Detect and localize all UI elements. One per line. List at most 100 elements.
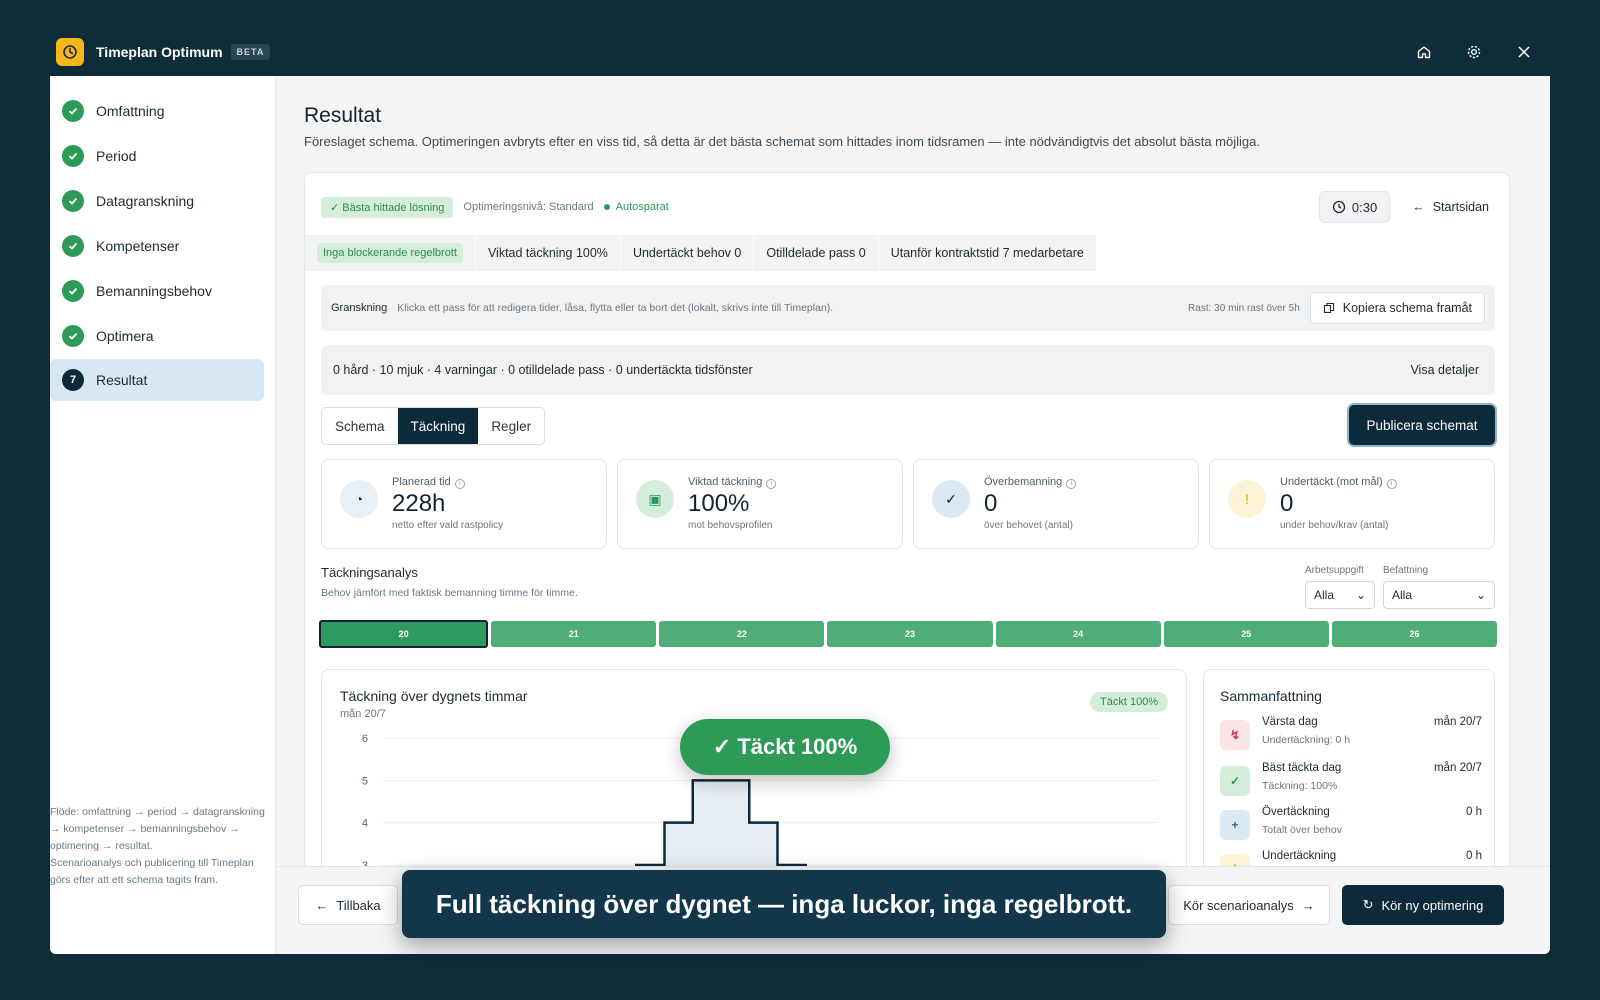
kpi-label-text: Planerad tid bbox=[392, 476, 451, 488]
filter-role-label: Befattning bbox=[1383, 565, 1429, 576]
sidebar-item-datagranskning[interactable]: Datagranskning bbox=[50, 180, 264, 222]
chevron-down-icon: ⌄ bbox=[1475, 588, 1486, 602]
day-23[interactable]: 23 bbox=[827, 621, 993, 647]
check-icon bbox=[62, 280, 84, 302]
home-icon[interactable] bbox=[1412, 40, 1436, 64]
stat-label: Inga blockerande regelbrott bbox=[317, 243, 463, 263]
kpi-value: 0 bbox=[1280, 490, 1294, 517]
kpi-undercovered: ! Undertäckt (mot mål) i 0 under behov/kr… bbox=[1209, 459, 1495, 549]
tab-tackning[interactable]: Täckning bbox=[397, 408, 479, 444]
day-21[interactable]: 21 bbox=[491, 621, 657, 647]
sidebar-item-label: Bemanningsbehov bbox=[96, 283, 212, 299]
main-content: Resultat Föreslaget schema. Optimeringen… bbox=[276, 76, 1550, 954]
kpi-sub: mot behovsprofilen bbox=[688, 520, 773, 531]
refresh-icon: ↻ bbox=[1362, 897, 1374, 912]
rerun-label: Kör ny optimering bbox=[1381, 897, 1484, 913]
sidebar: Omfattning Period Datagranskning Kompete… bbox=[50, 76, 276, 954]
info-icon[interactable]: i bbox=[454, 479, 465, 489]
close-icon[interactable] bbox=[1512, 40, 1536, 64]
arrow-left-icon: ← bbox=[1412, 200, 1425, 214]
summary-row-best-day: ✓ Bäst täckta dag Täckning: 100% mån 20/… bbox=[1220, 762, 1482, 802]
info-icon[interactable]: i bbox=[766, 479, 777, 489]
kpi-overstaffing: ✓ Överbemanning i 0 över behovet (antal) bbox=[913, 459, 1199, 549]
sidebar-item-label: Resultat bbox=[96, 372, 148, 388]
kpi-value: 228h bbox=[392, 490, 446, 517]
sidebar-item-label: Period bbox=[96, 148, 137, 164]
y-tick-label: 4 bbox=[362, 818, 368, 830]
home-link[interactable]: ← Startsidan bbox=[1412, 200, 1489, 214]
sidebar-item-label: Omfattning bbox=[96, 103, 165, 119]
day-20[interactable]: 20 bbox=[319, 620, 489, 648]
home-link-label: Startsidan bbox=[1432, 200, 1489, 214]
check-icon: ✓ bbox=[932, 480, 970, 518]
day-26[interactable]: 26 bbox=[1331, 621, 1497, 647]
kpi-label: Undertäckt (mot mål) i bbox=[1280, 476, 1397, 489]
summary-row-worst-day: ↯ Värsta dag Undertäckning: 0 h mån 20/7 bbox=[1220, 716, 1482, 756]
timer-value: 0:30 bbox=[1351, 199, 1378, 215]
summary-label: Övertäckning bbox=[1262, 806, 1330, 818]
status-dot-icon bbox=[603, 204, 610, 210]
summary-label: Bäst täckta dag bbox=[1262, 762, 1342, 774]
filter-role-select[interactable]: Alla ⌄ bbox=[1383, 581, 1495, 609]
violations-summary-bar: 0 hård · 10 mjuk · 4 varningar · 0 otill… bbox=[321, 345, 1495, 395]
square-icon: ▣ bbox=[636, 480, 674, 518]
rerun-optimization-button[interactable]: ↻ Kör ny optimering bbox=[1342, 885, 1504, 925]
day-25[interactable]: 25 bbox=[1163, 621, 1329, 647]
summary-value: 0 h bbox=[1466, 806, 1482, 818]
day-selector: 20 21 22 23 24 25 26 bbox=[319, 620, 1497, 649]
step-number: 7 bbox=[62, 369, 84, 391]
tab-schema[interactable]: Schema bbox=[322, 408, 398, 444]
optimization-level: Optimeringsnivå: Standard bbox=[463, 201, 594, 213]
summary-row-overcoverage: + Övertäckning Totalt över behov 0 h bbox=[1220, 806, 1482, 846]
check-icon: ✓ bbox=[1220, 766, 1250, 796]
sidebar-item-period[interactable]: Period bbox=[50, 135, 264, 177]
day-24[interactable]: 24 bbox=[995, 621, 1161, 647]
kpi-sub: under behov/krav (antal) bbox=[1280, 520, 1389, 531]
show-details-link[interactable]: Visa detaljer bbox=[1410, 363, 1479, 377]
day-22[interactable]: 22 bbox=[659, 621, 825, 647]
stat-weighted-coverage: Viktad täckning 100% bbox=[475, 235, 621, 271]
clock-logo-icon bbox=[56, 38, 84, 66]
kpi-sub: netto efter vald rastpolicy bbox=[392, 520, 504, 531]
kpi-label-text: Överbemanning bbox=[984, 476, 1063, 488]
summary-value: mån 20/7 bbox=[1434, 762, 1482, 774]
sidebar-item-resultat[interactable]: 7 Resultat bbox=[50, 359, 264, 401]
app-window: Omfattning Period Datagranskning Kompete… bbox=[50, 76, 1550, 954]
sidebar-item-optimera[interactable]: Optimera bbox=[50, 315, 264, 357]
info-icon[interactable]: i bbox=[1066, 479, 1077, 489]
copy-schedule-button[interactable]: Kopiera schema framåt bbox=[1309, 292, 1485, 324]
filter-task-select[interactable]: Alla ⌄ bbox=[1305, 581, 1375, 609]
filter-task-value: Alla bbox=[1314, 588, 1335, 602]
filter-role-value: Alla bbox=[1392, 588, 1413, 602]
review-bar: Granskning Klicka ett pass för att redig… bbox=[321, 285, 1495, 331]
scenario-button[interactable]: Kör scenarioanalys → bbox=[1168, 885, 1330, 925]
kpi-value: 100% bbox=[688, 490, 750, 517]
tab-regler[interactable]: Regler bbox=[478, 408, 544, 444]
app-title: Timeplan Optimum bbox=[96, 44, 223, 60]
break-policy: Rast: 30 min rast över 5h bbox=[1188, 302, 1300, 314]
sidebar-item-label: Kompetenser bbox=[96, 238, 180, 254]
plus-icon: + bbox=[1220, 810, 1250, 840]
publish-button[interactable]: Publicera schemat bbox=[1349, 405, 1495, 445]
info-icon[interactable]: i bbox=[1386, 479, 1397, 489]
check-icon bbox=[62, 235, 84, 257]
violations-summary: 0 hård · 10 mjuk · 4 varningar · 0 otill… bbox=[333, 363, 753, 377]
sidebar-item-kompetenser[interactable]: Kompetenser bbox=[50, 225, 264, 267]
sidebar-item-bemanningsbehov[interactable]: Bemanningsbehov bbox=[50, 270, 264, 312]
kpi-label: Viktad täckning i bbox=[688, 476, 777, 489]
summary-label: Värsta dag bbox=[1262, 716, 1318, 728]
caption-banner: Full täckning över dygnet — inga luckor,… bbox=[402, 870, 1166, 938]
status-row: ✓ Bästa hittade lösning Optimeringsnivå:… bbox=[321, 191, 1499, 223]
back-button[interactable]: ← Tillbaka bbox=[298, 885, 398, 925]
kpi-label-text: Undertäckt (mot mål) bbox=[1280, 476, 1383, 488]
gear-icon[interactable] bbox=[1462, 40, 1486, 64]
summary-title: Sammanfattning bbox=[1220, 688, 1322, 704]
chevron-down-icon: ⌄ bbox=[1355, 588, 1366, 602]
bolt-icon: ↯ bbox=[1220, 720, 1250, 750]
sidebar-item-omfattning[interactable]: Omfattning bbox=[50, 90, 264, 132]
summary-value: 0 h bbox=[1466, 850, 1482, 862]
best-solution-badge: ✓ Bästa hittade lösning bbox=[321, 196, 454, 218]
stat-undercovered: Undertäckt behov 0 bbox=[620, 235, 755, 271]
page-subtitle: Föreslaget schema. Optimeringen avbryts … bbox=[304, 134, 1260, 149]
page-title: Resultat bbox=[304, 104, 382, 127]
